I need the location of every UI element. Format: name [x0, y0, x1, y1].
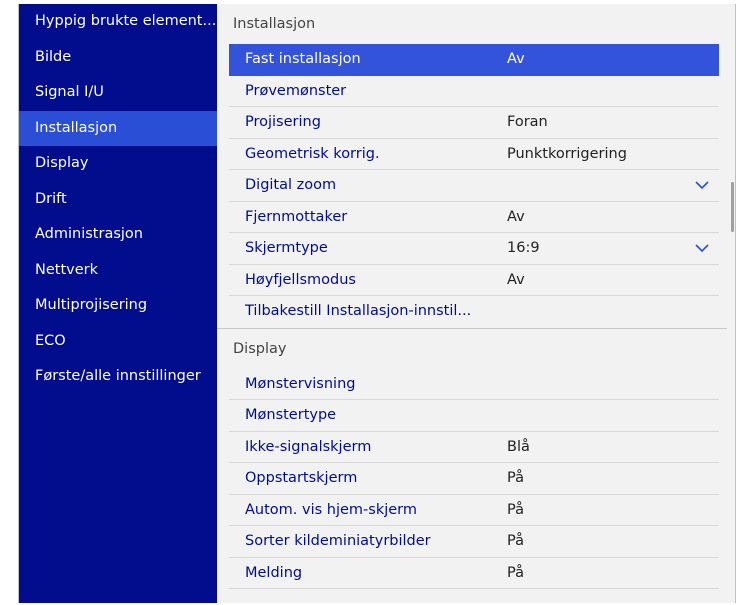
sidebar-menu: Hyppig brukte element... Bilde Signal I/… [19, 4, 217, 603]
sidebar-item-eco[interactable]: ECO [19, 324, 217, 360]
row-label: Ikke-signalskjerm [245, 438, 372, 455]
menu-row-test-pattern[interactable]: Prøvemønster [229, 76, 719, 107]
sidebar-item-frequently-used[interactable]: Hyppig brukte element... [19, 4, 217, 40]
row-value: På [507, 533, 524, 549]
row-label: Fast installasjon [245, 51, 361, 67]
chevron-down-icon[interactable] [691, 233, 713, 264]
row-value: Punktkorrigering [507, 145, 627, 162]
row-label: Mønstervisning [245, 375, 356, 392]
row-value: Av [507, 51, 525, 67]
sidebar-item-network[interactable]: Nettverk [19, 253, 217, 289]
row-label: Projisering [245, 114, 321, 130]
scrollbar[interactable] [727, 4, 735, 603]
menu-row-message[interactable]: Melding På [229, 558, 719, 589]
row-label: Digital zoom [245, 177, 337, 193]
menu-row-high-altitude-mode[interactable]: Høyfjellsmodus Av [229, 265, 719, 296]
menu-row-geometry-correction[interactable]: Geometrisk korrig. Punktkorrigering [229, 139, 719, 170]
menu-row-pattern-display[interactable]: Mønstervisning [229, 369, 719, 400]
scrollbar-thumb[interactable] [731, 182, 734, 232]
row-label: Autom. vis hjem-skjerm [245, 501, 418, 518]
section-title-display: Display [233, 340, 287, 357]
settings-window: Hyppig brukte element... Bilde Signal I/… [18, 4, 736, 603]
chevron-down-icon[interactable] [691, 170, 713, 201]
sidebar-item-operation[interactable]: Drift [19, 182, 217, 218]
sidebar-item-installation[interactable]: Installasjon [19, 110, 217, 146]
menu-row-fixed-installation[interactable]: Fast installasjon Av [229, 44, 719, 76]
menu-row-pattern-type[interactable]: Mønstertype [229, 400, 719, 432]
menu-row-startup-screen[interactable]: Oppstartskjerm På [229, 463, 719, 495]
row-label: Melding [245, 564, 303, 581]
row-label: Geometrisk korrig. [245, 145, 380, 162]
menu-row-reset-installation[interactable]: Tilbakestill Installasjon-innstil... [229, 296, 719, 328]
row-value: På [507, 470, 524, 486]
menu-row-projection[interactable]: Projisering Foran [229, 107, 719, 139]
menu-row-no-signal-screen[interactable]: Ikke-signalskjerm Blå [229, 432, 719, 463]
menu-row-screen-type[interactable]: Skjermtype 16:9 [229, 233, 719, 265]
row-label: Høyfjellsmodus [245, 271, 356, 288]
menu-row-digital-zoom[interactable]: Digital zoom [229, 170, 719, 202]
menu-row-sort-source-thumbnails[interactable]: Sorter kildeminiatyrbilder På [229, 526, 719, 558]
row-label: Oppstartskjerm [245, 470, 358, 486]
sidebar-item-multi-projection[interactable]: Multiprojisering [19, 288, 217, 324]
sidebar-item-image[interactable]: Bilde [19, 40, 217, 76]
row-value: Foran [507, 114, 548, 130]
sidebar-item-signal-io[interactable]: Signal I/U [19, 75, 217, 111]
row-value: På [507, 501, 524, 518]
row-value: 16:9 [507, 240, 540, 256]
sidebar-item-display[interactable]: Display [19, 146, 217, 182]
sidebar-item-initial-all-settings[interactable]: Første/alle innstillinger [19, 359, 217, 395]
row-value: Blå [507, 438, 530, 455]
row-label: Prøvemønster [245, 82, 347, 99]
settings-panel: Installasjon Fast installasjon Av Prøvem… [217, 4, 735, 603]
row-label: Mønstertype [245, 407, 337, 423]
row-label: Tilbakestill Installasjon-innstil... [245, 303, 472, 319]
row-label: Skjermtype [245, 240, 328, 256]
row-value: Av [507, 208, 525, 225]
sidebar-item-administration[interactable]: Administrasjon [19, 217, 217, 253]
row-value: På [507, 564, 524, 581]
row-label: Fjernmottaker [245, 208, 348, 225]
row-value: Av [507, 271, 525, 288]
menu-row-auto-home-screen[interactable]: Autom. vis hjem-skjerm På [229, 495, 719, 526]
menu-row-remote-receiver[interactable]: Fjernmottaker Av [229, 202, 719, 233]
row-label: Sorter kildeminiatyrbilder [245, 533, 431, 549]
section-title-installation: Installasjon [233, 16, 316, 32]
